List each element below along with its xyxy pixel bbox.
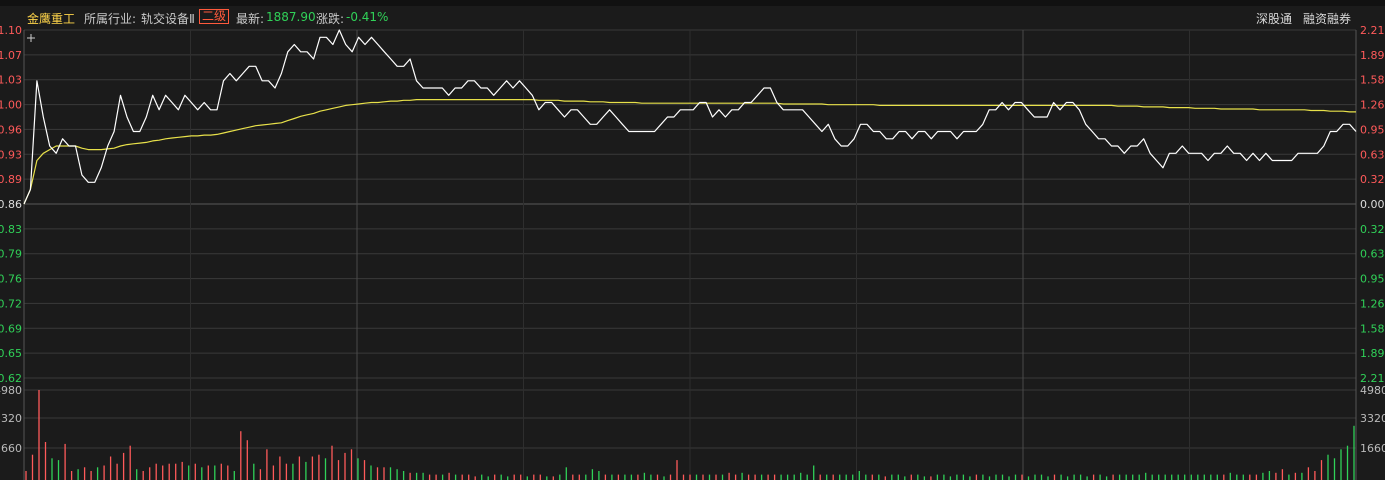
chart-header: 金鹰重工 所属行业: 轨交设备Ⅱ 二级 最新: 1887.90 涨跌: -0.4… bbox=[0, 6, 1385, 28]
y-tick-left: 0.86 bbox=[0, 198, 22, 211]
industry-value[interactable]: 轨交设备Ⅱ bbox=[141, 10, 195, 27]
y-tick-left: 1.03 bbox=[0, 74, 22, 87]
y-tick-left: 0.79 bbox=[0, 248, 22, 261]
y-tick-left: 1.00 bbox=[0, 99, 22, 112]
change-label: 涨跌: bbox=[316, 12, 345, 26]
y-tick-left: 1.10 bbox=[0, 26, 22, 37]
vol-tick-right: 1660 bbox=[1360, 442, 1385, 455]
vol-tick-left: 4980 bbox=[0, 384, 22, 397]
industry-label: 所属行业: bbox=[84, 12, 137, 26]
y-tick-right: 1.26% bbox=[1360, 99, 1385, 112]
vol-tick-left: 3320 bbox=[0, 412, 22, 425]
crosshair-icon bbox=[27, 34, 35, 42]
y-tick-right: 1.58% bbox=[1360, 322, 1385, 335]
y-tick-right: 0.32% bbox=[1360, 173, 1385, 186]
y-tick-right: 1.89% bbox=[1360, 49, 1385, 62]
y-tick-right: 0.32% bbox=[1360, 223, 1385, 236]
y-tick-left: 0.96 bbox=[0, 123, 22, 136]
y-tick-right: 2.21% bbox=[1360, 26, 1385, 37]
y-tick-left: 0.93 bbox=[0, 148, 22, 161]
y-tick-right: 1.26% bbox=[1360, 297, 1385, 310]
margin-trading-link[interactable]: 融资融券 bbox=[1303, 10, 1351, 27]
vol-tick-right: 3320 bbox=[1360, 412, 1385, 425]
y-tick-left: 0.76 bbox=[0, 273, 22, 286]
level-badge[interactable]: 二级 bbox=[199, 9, 230, 24]
vol-tick-right: 4980 bbox=[1360, 384, 1385, 397]
y-tick-right: 1.89% bbox=[1360, 347, 1385, 360]
vol-tick-left: 1660 bbox=[0, 442, 22, 455]
y-tick-left: 0.72 bbox=[0, 297, 22, 310]
chart-grid bbox=[23, 29, 1357, 480]
axis-ticks: 1.10 1.07 1.03 1.00 0.96 0.93 0.89 0.86 0.83 0.79… bbox=[0, 26, 1385, 455]
y-tick-left: 0.69 bbox=[0, 322, 22, 335]
y-tick-right: 0.95% bbox=[1360, 273, 1385, 286]
y-tick-right: 1.58% bbox=[1360, 74, 1385, 87]
y-tick-right: 0.95% bbox=[1360, 123, 1385, 136]
latest-label: 最新: bbox=[236, 12, 265, 26]
latest-value: 1887.90 bbox=[266, 10, 316, 24]
y-tick-right: 0.00% bbox=[1360, 198, 1385, 211]
y-tick-left: 0.83 bbox=[0, 223, 22, 236]
sz-connect-link[interactable]: 深股通 bbox=[1256, 10, 1292, 27]
y-tick-left: 1.07 bbox=[0, 49, 22, 62]
y-tick-right: 0.63% bbox=[1360, 148, 1385, 161]
stock-name[interactable]: 金鹰重工 bbox=[27, 10, 75, 27]
y-tick-left: 0.89 bbox=[0, 173, 22, 186]
change-value: -0.41% bbox=[346, 10, 389, 24]
intraday-chart[interactable]: 1.10 1.07 1.03 1.00 0.96 0.93 0.89 0.86 0.83 0.79… bbox=[0, 26, 1385, 480]
y-tick-right: 0.63% bbox=[1360, 248, 1385, 261]
y-tick-left: 0.65 bbox=[0, 347, 22, 360]
